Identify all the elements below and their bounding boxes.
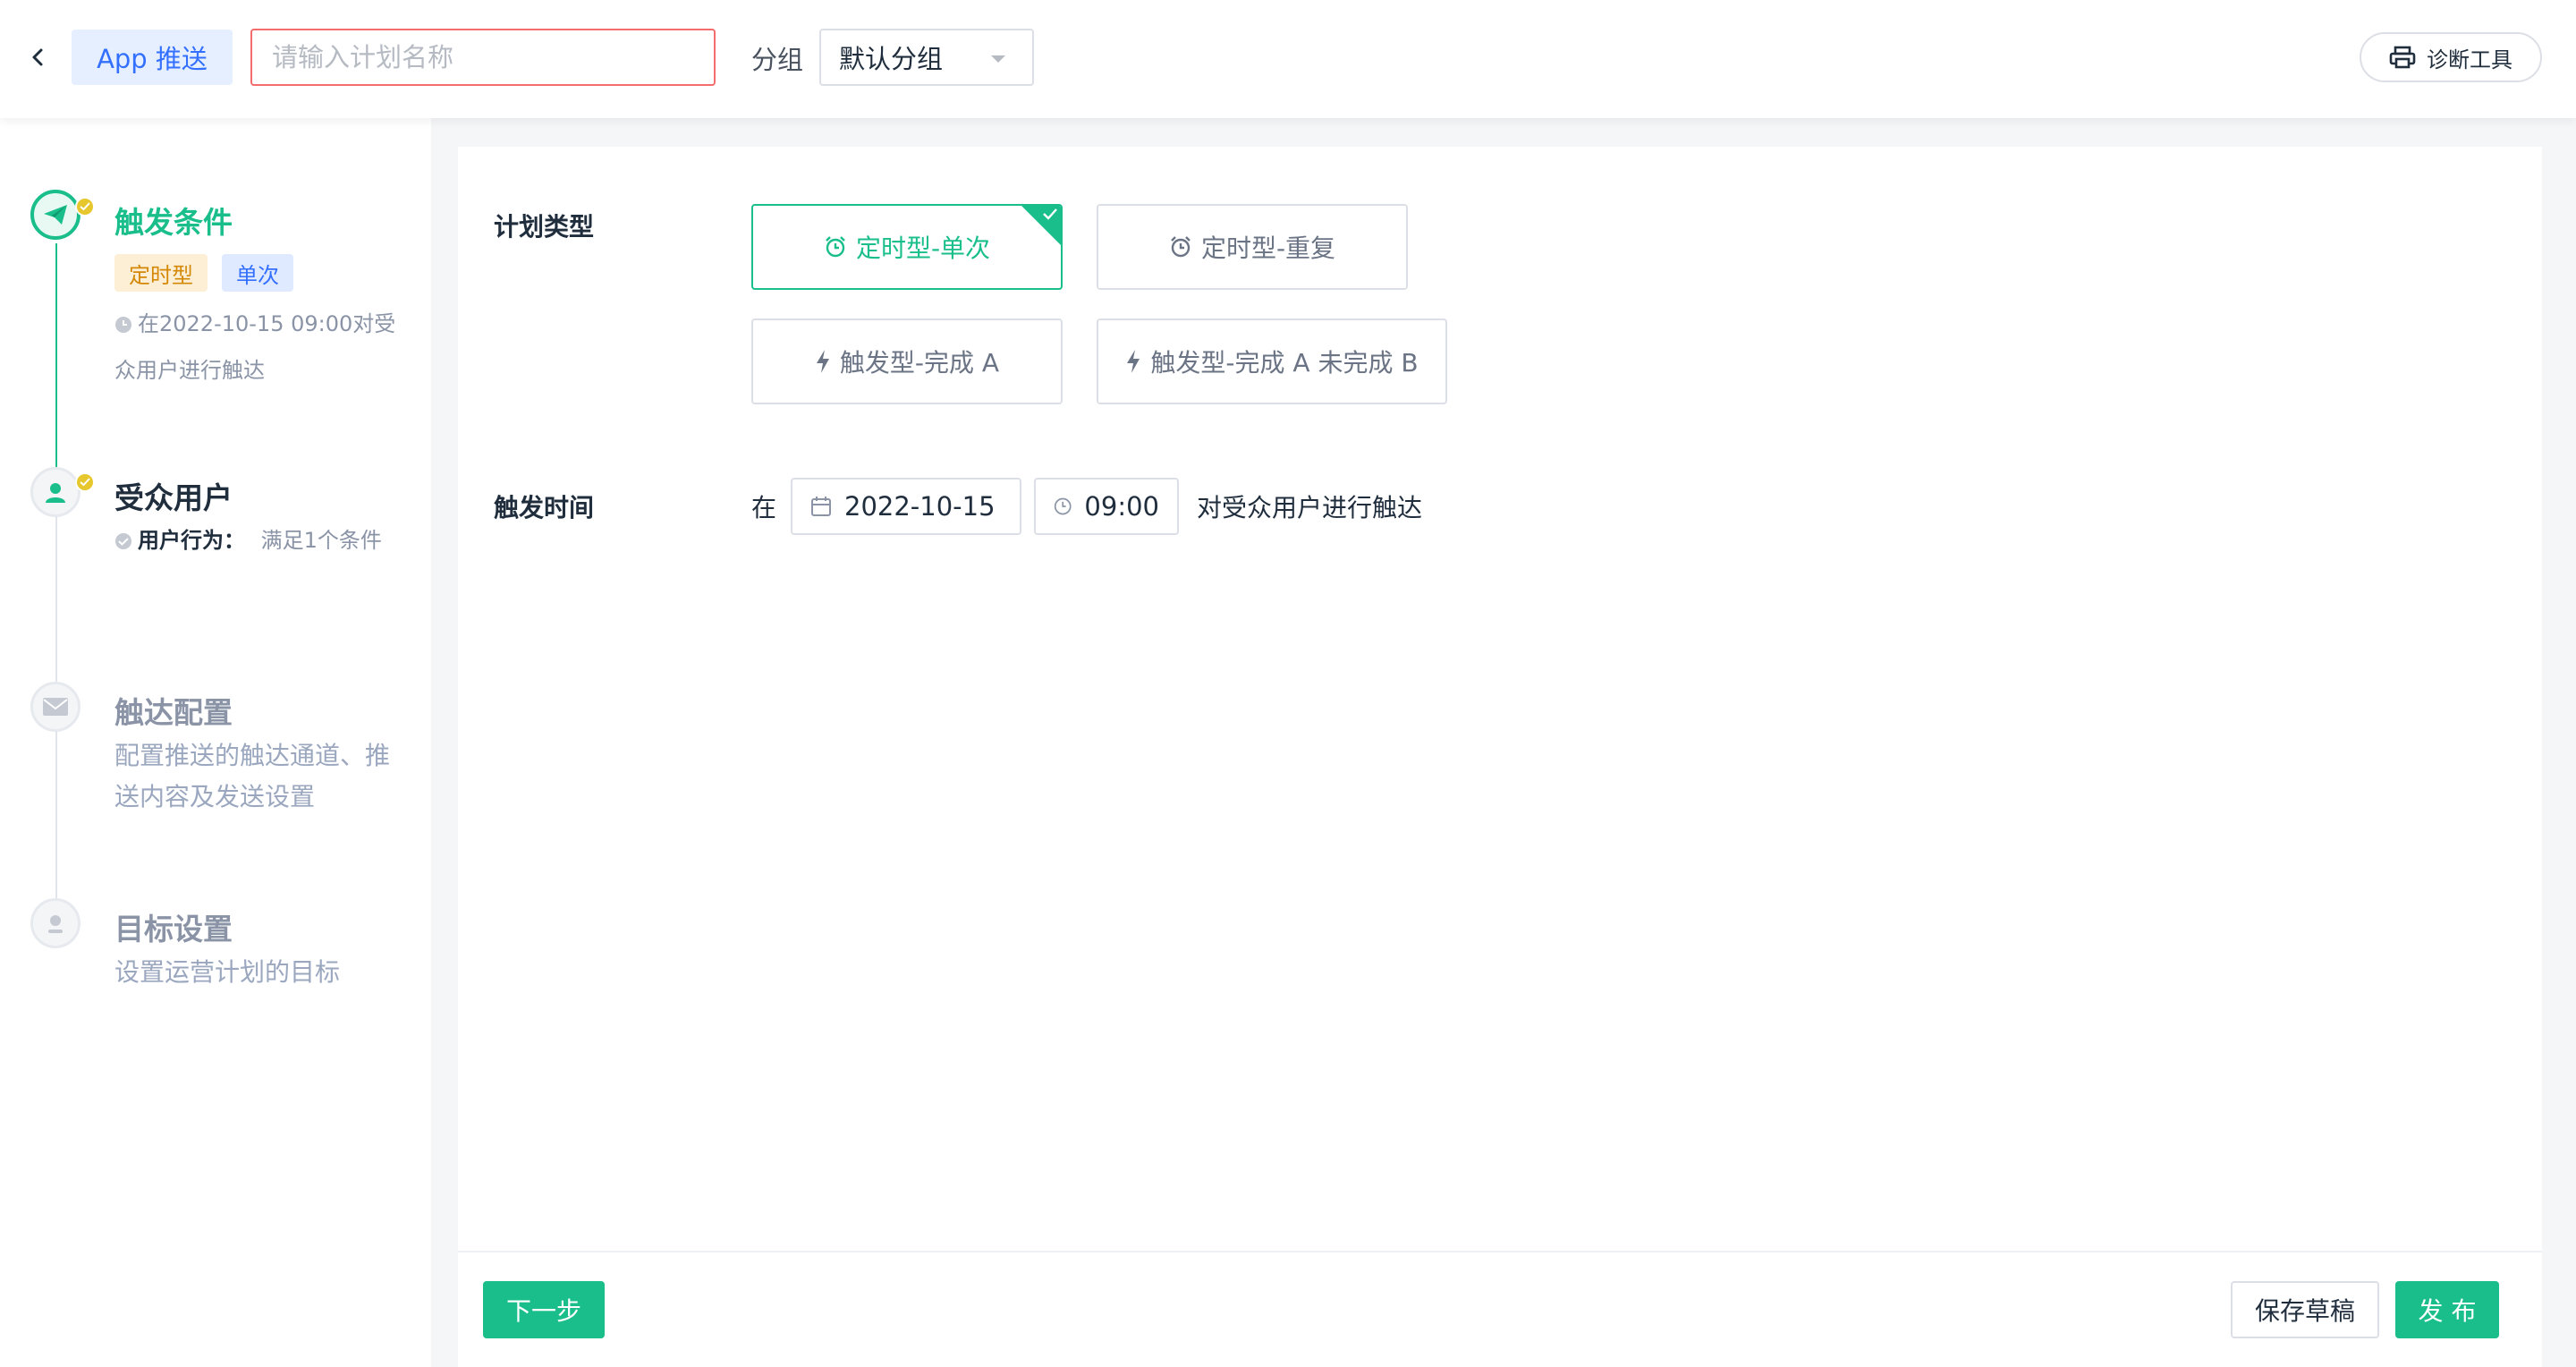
group-select[interactable]: 默认分组 bbox=[819, 29, 1034, 86]
step-desc-line1: 在2022-10-15 09:00对受 bbox=[138, 311, 396, 336]
clock-icon bbox=[115, 317, 131, 333]
plan-type-scheduled-once[interactable]: 定时型-单次 bbox=[751, 204, 1063, 290]
paper-plane-icon bbox=[44, 205, 67, 225]
plan-type-label-text: 触发型-完成 A 未完成 B bbox=[1150, 348, 1419, 378]
target-icon bbox=[48, 915, 63, 933]
diagnostic-tool-button[interactable]: 诊断工具 bbox=[2360, 32, 2542, 82]
check-circle-icon bbox=[115, 533, 131, 549]
date-picker[interactable]: 2022-10-15 bbox=[791, 478, 1021, 535]
step-icon-wrapper bbox=[30, 190, 80, 240]
trigger-time-label: 触发时间 bbox=[494, 493, 595, 522]
step-icon-wrapper bbox=[30, 467, 80, 517]
diagnostic-tool-label: 诊断工具 bbox=[2427, 47, 2512, 72]
plan-type-trigger-complete-a-not-b[interactable]: 触发型-完成 A 未完成 B bbox=[1097, 318, 1447, 404]
envelope-icon bbox=[43, 698, 68, 716]
clock-icon bbox=[1054, 497, 1072, 515]
check-icon bbox=[80, 478, 90, 487]
back-button[interactable] bbox=[21, 39, 54, 75]
chevron-left-icon bbox=[32, 48, 43, 66]
date-value: 2022-10-15 bbox=[844, 491, 996, 522]
step-sidebar: 触发条件 定时型 单次 在2022-10-15 09:00对受 众用户进行触达 … bbox=[0, 118, 431, 1367]
step-description: 用户行为： 满足1个条件 bbox=[114, 517, 419, 564]
step-description: 在2022-10-15 09:00对受 众用户进行触达 bbox=[114, 301, 419, 394]
user-icon bbox=[46, 483, 65, 503]
step-connector bbox=[55, 726, 57, 905]
next-step-button[interactable]: 下一步 bbox=[483, 1281, 605, 1338]
alarm-clock-icon bbox=[1171, 236, 1191, 258]
plan-name-input[interactable] bbox=[250, 29, 716, 86]
tag-once: 单次 bbox=[222, 254, 293, 292]
step-description: 设置运营计划的目标 bbox=[114, 952, 419, 993]
time-suffix: 对受众用户进行触达 bbox=[1197, 493, 1423, 522]
step-desc-line1: 设置运营计划的目标 bbox=[114, 957, 341, 987]
plan-type-label-text: 定时型-单次 bbox=[855, 233, 991, 263]
group-select-value: 默认分组 bbox=[839, 44, 944, 74]
footer-divider bbox=[458, 1251, 2542, 1252]
user-behavior-value: 满足1个条件 bbox=[260, 528, 382, 553]
step-description: 配置推送的触达通道、推 送内容及发送设置 bbox=[114, 735, 419, 818]
user-behavior-label: 用户行为： bbox=[138, 528, 245, 553]
step-title: 触发条件 bbox=[114, 205, 233, 240]
check-badge bbox=[75, 197, 95, 217]
top-bar: App 推送 分组 默认分组 诊断工具 bbox=[0, 0, 2576, 118]
app-push-badge: App 推送 bbox=[72, 30, 233, 85]
check-badge bbox=[75, 472, 95, 492]
plan-type-trigger-complete-a[interactable]: 触发型-完成 A bbox=[751, 318, 1063, 404]
lightning-icon bbox=[1127, 350, 1140, 373]
plan-type-label-text: 触发型-完成 A bbox=[839, 348, 1000, 378]
lightning-icon bbox=[816, 350, 829, 373]
plan-type-label: 计划类型 bbox=[494, 212, 595, 242]
check-icon bbox=[80, 202, 90, 211]
step-desc-line2: 送内容及发送设置 bbox=[114, 782, 316, 811]
time-value: 09:00 bbox=[1084, 491, 1159, 522]
calendar-icon bbox=[811, 497, 831, 516]
time-prefix: 在 bbox=[751, 493, 777, 522]
group-label: 分组 bbox=[751, 45, 804, 75]
check-icon bbox=[1043, 208, 1057, 220]
step-title: 受众用户 bbox=[114, 480, 233, 515]
step-connector bbox=[55, 243, 57, 476]
step-desc-line1: 配置推送的触达通道、推 bbox=[114, 741, 391, 770]
caret-down-icon bbox=[991, 55, 1005, 63]
publish-button[interactable]: 发 布 bbox=[2395, 1281, 2499, 1338]
tag-scheduled: 定时型 bbox=[114, 254, 208, 292]
step-connector bbox=[55, 512, 57, 691]
printer-icon bbox=[2389, 46, 2416, 69]
save-draft-button[interactable]: 保存草稿 bbox=[2231, 1281, 2379, 1338]
step-icon-wrapper bbox=[30, 682, 80, 732]
alarm-clock-icon bbox=[826, 236, 845, 258]
step-title: 目标设置 bbox=[114, 912, 233, 947]
plan-type-scheduled-repeat[interactable]: 定时型-重复 bbox=[1097, 204, 1408, 290]
plan-type-label-text: 定时型-重复 bbox=[1200, 233, 1336, 263]
plan-config-panel: 计划类型 定时型-单次 定时型-重复 触发型-完成 A 触发型-完成 A 未完成 bbox=[458, 147, 2542, 1367]
step-desc-line2: 众用户进行触达 bbox=[114, 358, 265, 383]
step-icon-wrapper bbox=[30, 898, 80, 948]
step-title: 触达配置 bbox=[114, 695, 233, 730]
time-picker[interactable]: 09:00 bbox=[1034, 478, 1179, 535]
